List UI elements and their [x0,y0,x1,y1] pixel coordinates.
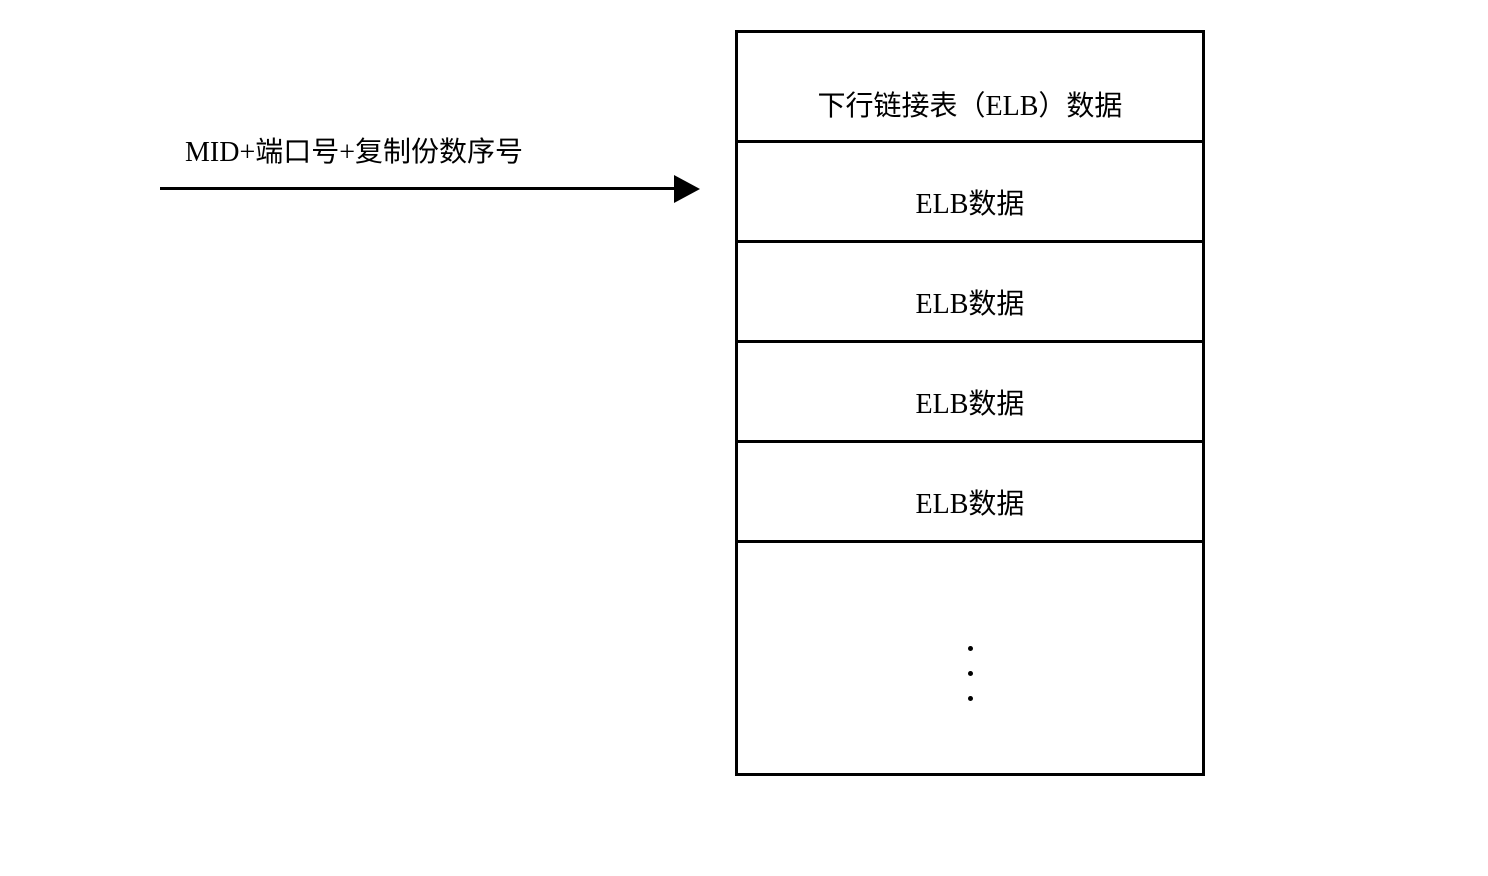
arrow-head-icon [674,175,700,203]
table-row: ELB数据 [738,443,1202,543]
dot-icon [968,646,973,651]
input-label: MID+端口号+复制份数序号 [185,130,523,170]
table-row: ELB数据 [738,243,1202,343]
arrow-line [160,187,680,190]
table-row: 下行链接表（ELB）数据 [738,33,1202,143]
ellipsis-row [738,543,1202,773]
elb-table: 下行链接表（ELB）数据 ELB数据 ELB数据 ELB数据 ELB数据 [735,30,1205,776]
table-row: ELB数据 [738,143,1202,243]
arrow [160,175,700,205]
dot-icon [968,671,973,676]
dot-icon [968,696,973,701]
table-row: ELB数据 [738,343,1202,443]
